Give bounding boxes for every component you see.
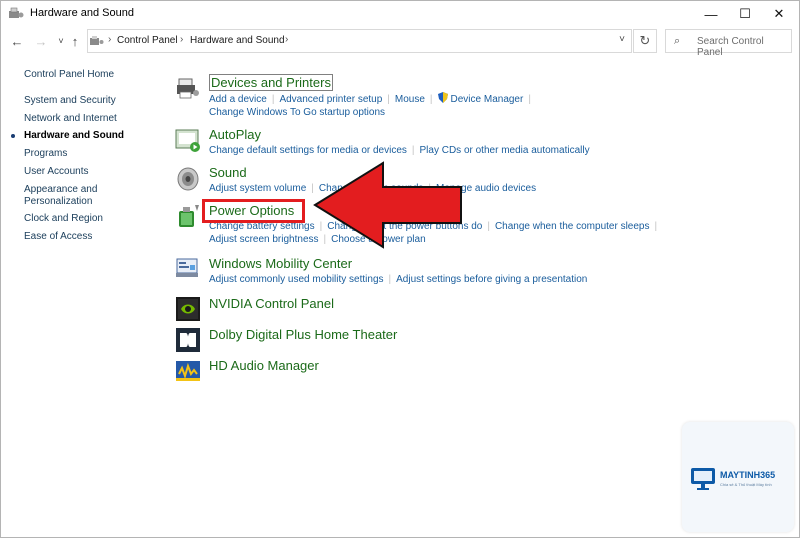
link-separator: | [487,221,490,232]
breadcrumb-separator[interactable]: › [285,34,288,45]
breadcrumb-separator: › [108,34,112,45]
link-separator: | [654,221,658,232]
sidebar-item-system-and-security[interactable]: System and Security [24,95,144,107]
watermark-logo: MAYTINH365 Chia sẻ & Thủ thuật Máy tính [682,422,794,532]
control-panel-icon [90,36,104,45]
close-button[interactable]: ✕ [762,1,796,27]
devices-and-printers-tasks: Add a device | Advanced printer setup | Mous… [209,92,536,119]
link-separator: | [271,94,275,105]
dolby-digital-plus-link[interactable]: Dolby Digital Plus Home Theater [209,327,397,342]
sidebar-item-ease-of-access[interactable]: Ease of Access [24,231,144,243]
link-separator: | [388,274,392,285]
play-cds-automatically-link[interactable]: Play CDs or other media automatically [420,145,590,156]
adjust-screen-brightness-link[interactable]: Adjust screen brightness [209,234,319,245]
active-bullet-icon [11,134,15,138]
red-arrow-icon [313,161,462,249]
mouse-link[interactable]: Mouse [395,94,425,105]
mobility-settings-link[interactable]: Adjust commonly used mobility settings [209,274,384,285]
sidebar-item-programs[interactable]: Programs [24,148,144,160]
breadcrumb-hardware-and-sound[interactable]: Hardware and Sound [190,35,285,46]
change-sleep-link[interactable]: Change when the computer sleeps [495,221,650,232]
sidebar-item-label: Hardware and Sound [24,130,125,141]
search-input[interactable]: ⌕ Search Control Panel [665,29,792,58]
sidebar-item-appearance-and-personalization[interactable]: Appearance and Personalization [24,184,109,208]
nvidia-icon [176,297,200,321]
autoplay-link[interactable]: AutoPlay [209,127,261,142]
devices-and-printers-link[interactable]: Devices and Printers [209,74,333,91]
add-device-link[interactable]: Add a device [209,94,267,105]
breadcrumb-separator[interactable]: › [180,34,183,45]
up-button[interactable]: ↑ [66,32,84,50]
adjust-system-volume-link[interactable]: Adjust system volume [209,183,306,194]
nvidia-control-panel-link[interactable]: NVIDIA Control Panel [209,296,334,311]
title-bar: Hardware and Sound — ☐ ✕ [1,1,799,27]
hd-audio-manager-link[interactable]: HD Audio Manager [209,358,319,373]
sidebar-item-network-and-internet[interactable]: Network and Internet [24,113,144,125]
autoplay-icon [175,129,200,152]
link-separator: | [429,94,433,105]
back-button[interactable]: ← [8,32,26,50]
window-title: Hardware and Sound [30,7,134,19]
windows-mobility-center-link[interactable]: Windows Mobility Center [209,256,352,271]
power-icon [179,205,199,227]
sidebar-item-control-panel-home[interactable]: Control Panel Home [24,69,144,81]
advanced-printer-setup-link[interactable]: Advanced printer setup [279,94,382,105]
address-dropdown-button[interactable]: ˅ [619,34,625,45]
sound-link[interactable]: Sound [209,165,247,180]
mobility-tasks: Adjust commonly used mobility settings | A… [209,273,587,286]
sidebar-item-hardware-and-sound[interactable]: Hardware and Sound [11,130,144,142]
presentation-settings-link[interactable]: Adjust settings before giving a presenta… [396,274,587,285]
sidebar-item-clock-and-region[interactable]: Clock and Region [24,213,144,225]
hd-audio-icon [176,361,200,381]
search-placeholder: Search Control Panel [697,36,764,58]
mobility-icon [176,258,198,277]
monitor-logo-icon [691,468,715,490]
link-separator: | [387,94,390,105]
watermark-tagline: Chia sẻ & Thủ thuật Máy tính [720,482,772,487]
forward-button[interactable]: → [32,32,50,50]
link-separator: | [411,145,415,156]
highlight-box [202,199,305,223]
breadcrumb-control-panel[interactable]: Control Panel [117,35,178,46]
printer-icon [177,78,199,99]
search-icon: ⌕ [674,35,681,47]
watermark-brand: MAYTINH365 [720,470,776,480]
link-separator: | [528,94,531,105]
maximize-button[interactable]: ☐ [728,1,762,27]
windows-to-go-startup-link[interactable]: Change Windows To Go startup options [209,107,385,118]
dolby-icon [176,328,200,352]
change-default-settings-link[interactable]: Change default settings for media or dev… [209,145,407,156]
minimize-button[interactable]: — [694,1,728,27]
sidebar-item-user-accounts[interactable]: User Accounts [24,166,144,178]
hardware-sound-icon [9,7,24,18]
uac-shield-icon [437,92,448,103]
device-manager-link[interactable]: Device Manager [451,94,524,105]
autoplay-tasks: Change default settings for media or dev… [209,144,590,157]
speaker-icon [177,167,199,191]
navigation-bar: ← → ˅ ↑ › Control Panel › Hardware and S… [1,27,799,58]
refresh-button[interactable]: ↻ [633,29,657,53]
address-bar[interactable]: › Control Panel › Hardware and Sound › ˅ [87,29,632,53]
control-panel-window: Hardware and Sound — ☐ ✕ ← → ˅ ↑ › Contr… [0,0,800,538]
